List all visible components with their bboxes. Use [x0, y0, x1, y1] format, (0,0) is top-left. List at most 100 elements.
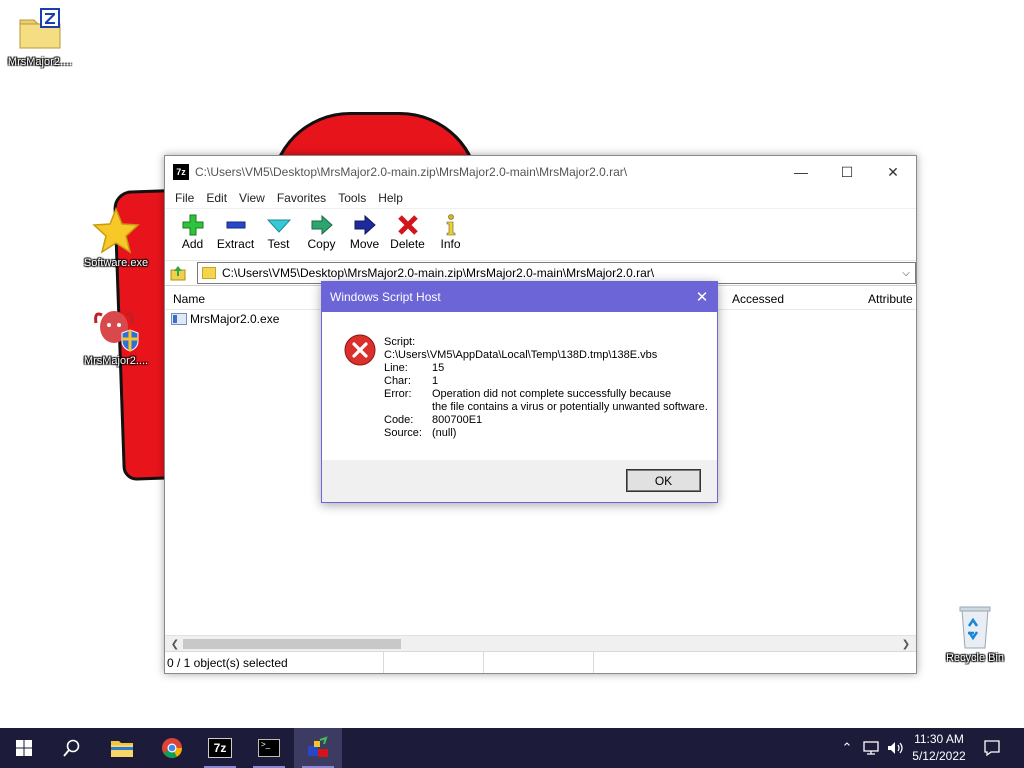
close-button[interactable]: ✕: [870, 156, 916, 188]
source-label: Source:: [384, 427, 422, 439]
start-button[interactable]: [0, 728, 48, 768]
7zip-app-icon: 7z: [173, 164, 189, 180]
desktop-icon-recycle-bin[interactable]: Recycle Bin: [935, 602, 1015, 664]
star-icon: [92, 206, 140, 255]
column-accessed[interactable]: Accessed: [732, 292, 784, 306]
taskbar-7zip[interactable]: 7z: [196, 728, 244, 768]
minimize-button[interactable]: —: [778, 156, 824, 188]
address-path: C:\Users\VM5\Desktop\MrsMajor2.0-main.zi…: [222, 266, 655, 280]
search-icon: [63, 739, 80, 757]
command-prompt-icon: >_: [258, 739, 280, 757]
error-text-line2: the file contains a virus or potentially…: [432, 401, 708, 413]
scroll-thumb[interactable]: [183, 639, 401, 649]
search-button[interactable]: [48, 728, 96, 768]
goat-shield-icon: [92, 305, 140, 353]
line-label: Line:: [384, 362, 408, 374]
plus-icon: [171, 213, 214, 237]
delete-button[interactable]: Delete: [386, 213, 429, 251]
minus-icon: [214, 213, 257, 237]
scroll-left-icon[interactable]: ❮: [167, 636, 183, 652]
move-button[interactable]: Move: [343, 213, 386, 251]
desktop-icon-mrsmajor-zip[interactable]: MrsMajor2....: [0, 6, 80, 68]
line-value: 15: [432, 362, 445, 374]
up-folder-icon: [170, 266, 186, 281]
copy-button[interactable]: Copy: [300, 213, 343, 251]
add-button[interactable]: Add: [171, 213, 214, 251]
error-label: Error:: [384, 388, 412, 400]
volume-icon[interactable]: [886, 740, 904, 756]
7zip-icon: 7z: [208, 738, 232, 758]
menu-favorites[interactable]: Favorites: [271, 191, 332, 205]
maximize-button[interactable]: ☐: [824, 156, 870, 188]
taskbar-script-host[interactable]: [294, 728, 342, 768]
taskbar-clock[interactable]: 11:30 AM 5/12/2022: [908, 731, 970, 765]
error-message: Script: C:\Users\VM5\AppData\Local\Temp\…: [384, 336, 708, 440]
chevron-down-icon[interactable]: ⌵: [897, 268, 915, 279]
chrome-icon: [162, 738, 183, 758]
move-arrow-icon: [343, 213, 386, 237]
dialog-title-bar[interactable]: Windows Script Host ✕: [322, 282, 717, 312]
menu-help[interactable]: Help: [372, 191, 409, 205]
copy-arrow-icon: [300, 213, 343, 237]
windows-icon: [16, 740, 32, 756]
dialog-close-button[interactable]: ✕: [687, 288, 717, 306]
clock-date: 5/12/2022: [912, 749, 966, 763]
window-title: C:\Users\VM5\Desktop\MrsMajor2.0-main.zi…: [195, 165, 628, 179]
char-value: 1: [432, 375, 439, 387]
title-bar[interactable]: 7z C:\Users\VM5\Desktop\MrsMajor2.0-main…: [165, 156, 916, 188]
toolbar: Add Extract Test Copy Move Delete Info: [165, 208, 916, 260]
code-value: 800700E1: [432, 414, 483, 426]
checkmark-icon: [257, 213, 300, 237]
menu-view[interactable]: View: [233, 191, 271, 205]
menu-edit[interactable]: Edit: [200, 191, 233, 205]
test-button[interactable]: Test: [257, 213, 300, 251]
info-icon: [429, 213, 472, 237]
status-bar: 0 / 1 object(s) selected: [165, 651, 916, 673]
scroll-right-icon[interactable]: ❯: [898, 636, 914, 652]
script-host-icon: [308, 736, 328, 757]
column-attributes[interactable]: Attribute: [868, 292, 913, 306]
file-explorer-icon: [111, 741, 133, 757]
horizontal-scrollbar[interactable]: ❮ ❯: [165, 635, 916, 651]
info-button[interactable]: Info: [429, 213, 472, 251]
taskbar-file-explorer[interactable]: [98, 728, 146, 768]
taskbar-chrome[interactable]: [148, 728, 196, 768]
menu-file[interactable]: File: [169, 191, 200, 205]
extract-button[interactable]: Extract: [214, 213, 257, 251]
script-host-dialog: Windows Script Host ✕ Script: C:\Users\V…: [321, 281, 718, 503]
taskbar: 7z >_ ⌃ 11:30 AM 5/12/2022: [0, 728, 1024, 768]
file-name: MrsMajor2.0.exe: [190, 312, 280, 326]
folder-icon: [202, 267, 216, 279]
notification-icon: [984, 740, 1000, 757]
menu-tools[interactable]: Tools: [332, 191, 372, 205]
char-label: Char:: [384, 375, 411, 387]
desktop-icon-software-exe[interactable]: Software.exe: [76, 206, 156, 269]
dialog-footer: OK: [322, 460, 717, 502]
ok-button[interactable]: OK: [626, 469, 701, 492]
chevron-up-icon[interactable]: ⌃: [838, 740, 856, 756]
desktop-icon-mrsmajor-exe[interactable]: MrsMajor2....: [76, 305, 156, 367]
status-segment-3: [484, 652, 594, 673]
script-label: Script:: [384, 336, 416, 348]
clock-time: 11:30 AM: [914, 732, 964, 746]
up-folder-button[interactable]: [169, 264, 187, 282]
zip-folder-icon: [16, 6, 64, 54]
column-name[interactable]: Name: [173, 292, 205, 306]
list-item[interactable]: MrsMajor2.0.exe: [171, 312, 279, 326]
source-value: (null): [432, 427, 457, 439]
status-selection: 0 / 1 object(s) selected: [165, 652, 384, 673]
exe-file-icon: [171, 313, 187, 325]
notifications-button[interactable]: [968, 728, 1016, 768]
network-icon[interactable]: [862, 740, 880, 756]
error-icon: [344, 334, 376, 366]
menu-bar: File Edit View Favorites Tools Help: [165, 188, 916, 208]
system-tray: ⌃: [838, 728, 904, 768]
error-text-line1: Operation did not complete successfully …: [432, 388, 672, 400]
taskbar-cmd[interactable]: >_: [245, 728, 293, 768]
script-path: C:\Users\VM5\AppData\Local\Temp\138D.tmp…: [384, 349, 658, 361]
recycle-bin-icon: [951, 602, 999, 650]
code-label: Code:: [384, 414, 414, 426]
dialog-body: Script: C:\Users\VM5\AppData\Local\Temp\…: [322, 312, 717, 462]
delete-x-icon: [386, 213, 429, 237]
status-segment-2: [384, 652, 484, 673]
